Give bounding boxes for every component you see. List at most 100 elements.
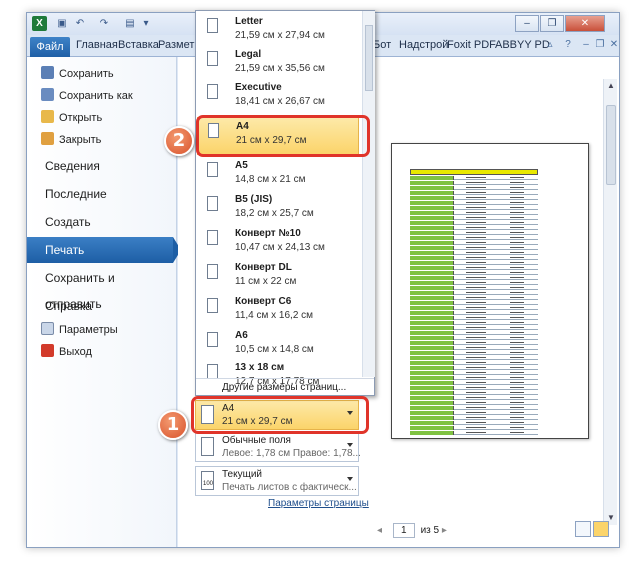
- spreadsheet-preview: [410, 169, 538, 437]
- backstage-tab-save-send[interactable]: Сохранить и отправить: [27, 265, 173, 311]
- dropdown-scrollbar[interactable]: [362, 11, 375, 377]
- paper-size-dimensions: 18,41 см x 26,67 см: [235, 96, 325, 107]
- sheet-row: [410, 386, 538, 390]
- next-page-icon[interactable]: ▸: [442, 525, 452, 536]
- scaling-selector[interactable]: 100 Текущий Печать листов с фактическ...: [195, 466, 359, 496]
- paper-size-name: Конверт №10: [235, 228, 301, 239]
- step-2-callout: 2: [164, 126, 194, 156]
- tab-insert[interactable]: Вставка: [118, 39, 159, 51]
- sheet-cell: [410, 416, 454, 420]
- page-icon: [207, 298, 218, 313]
- paper-size-name: Executive: [235, 82, 282, 93]
- sheet-cell: [410, 361, 454, 365]
- chevron-down-icon: [347, 443, 353, 447]
- sheet-row: [410, 206, 538, 210]
- save-as-command[interactable]: Сохранить как: [41, 87, 133, 105]
- page-number-input[interactable]: 1: [392, 523, 415, 538]
- sheet-cell: [510, 337, 524, 338]
- sheet-cell: [466, 347, 486, 348]
- doc-minimize-icon[interactable]: –: [579, 38, 593, 52]
- sheet-cell: [466, 197, 486, 198]
- page-count-label: из 5: [420, 525, 440, 536]
- prev-page-icon[interactable]: ◂: [377, 525, 387, 536]
- close-label: Закрыть: [59, 134, 102, 146]
- tab-addins[interactable]: Надстрой: [399, 39, 448, 51]
- close-command[interactable]: Закрыть: [41, 131, 101, 149]
- sheet-cell: [510, 242, 524, 243]
- show-margins-button[interactable]: [575, 521, 591, 537]
- backstage-tab-recent[interactable]: Последние: [27, 181, 173, 207]
- paper-size-item[interactable]: A5 14,8 см x 21 см: [197, 157, 359, 195]
- sheet-cell: [510, 267, 524, 268]
- tab-abbyy-pdf[interactable]: ABBYY PD: [495, 39, 550, 51]
- paper-size-item[interactable]: Executive 18,41 см x 26,67 см: [197, 79, 359, 117]
- open-folder-icon: [41, 110, 54, 123]
- backstage-tab-new[interactable]: Создать: [27, 209, 173, 235]
- page-icon: [207, 264, 218, 279]
- sheet-cell: [510, 367, 524, 368]
- sheet-cell: [466, 417, 486, 418]
- sheet-row: [410, 326, 538, 330]
- highlight-a4-item: [196, 115, 370, 157]
- sheet-cell: [410, 321, 454, 325]
- paper-size-name: Letter: [235, 16, 263, 27]
- sheet-row: [410, 391, 538, 395]
- sheet-cell: [466, 242, 486, 243]
- sheet-cell: [410, 406, 454, 410]
- open-command[interactable]: Открыть: [41, 109, 102, 127]
- zoom-to-page-button[interactable]: [593, 521, 609, 537]
- help-icon[interactable]: ?: [561, 38, 575, 52]
- sheet-cell: [466, 382, 486, 383]
- highlight-paper-selector: [191, 396, 369, 434]
- tab-home[interactable]: Главная: [76, 39, 118, 51]
- more-paper-sizes-link[interactable]: Другие размеры страниц...: [196, 378, 374, 396]
- redo-icon[interactable]: ↷: [97, 17, 111, 31]
- margins-selector[interactable]: Обычные поля Левое: 1,78 см Правое: 1,78…: [195, 432, 361, 462]
- undo-icon[interactable]: ↶: [73, 17, 87, 31]
- preview-scrollbar[interactable]: ▲ ▼: [603, 79, 617, 525]
- paper-size-item[interactable]: Конверт DL 11 см x 22 см: [197, 259, 359, 297]
- close-button[interactable]: ✕: [565, 15, 605, 32]
- paper-size-item[interactable]: Конверт C6 11,4 см x 16,2 см: [197, 293, 359, 331]
- backstage-tab-help[interactable]: Справка: [27, 293, 173, 319]
- scroll-up-icon[interactable]: ▲: [604, 79, 618, 93]
- scroll-thumb[interactable]: [606, 105, 616, 185]
- sheet-row: [410, 416, 538, 420]
- sheet-row: [410, 331, 538, 335]
- sheet-cell: [510, 177, 524, 178]
- sheet-row: [410, 356, 538, 360]
- doc-close-icon[interactable]: ✕: [607, 38, 619, 52]
- tab-bot[interactable]: Бот: [373, 39, 391, 51]
- tab-file[interactable]: Файл: [30, 37, 70, 57]
- dropdown-scroll-thumb[interactable]: [365, 25, 373, 91]
- sheet-cell: [466, 352, 486, 353]
- sheet-cell: [510, 362, 524, 363]
- save-command[interactable]: Сохранить: [41, 65, 114, 83]
- backstage-menu: Сохранить Сохранить как Открыть Закрыть …: [27, 57, 181, 547]
- doc-restore-icon[interactable]: ❐: [593, 38, 607, 52]
- sheet-cell: [466, 392, 486, 393]
- save-as-icon: [41, 88, 54, 101]
- backstage-tab-print[interactable]: Печать: [27, 237, 181, 263]
- backstage-tab-info[interactable]: Сведения: [27, 153, 173, 179]
- options-command[interactable]: Параметры: [41, 321, 118, 339]
- save-icon[interactable]: ▣: [55, 17, 69, 31]
- margins-title: Обычные поля: [222, 435, 291, 446]
- page-icon: [207, 18, 218, 33]
- ribbon-minimize-icon[interactable]: ▵: [543, 38, 557, 52]
- paper-size-item[interactable]: Конверт №10 10,47 см x 24,13 см: [197, 225, 359, 263]
- paper-size-dimensions: 21,59 см x 27,94 см: [235, 30, 325, 41]
- sheet-row: [410, 216, 538, 220]
- sheet-row: [410, 411, 538, 415]
- exit-command[interactable]: Выход: [41, 343, 92, 361]
- paper-size-item[interactable]: B5 (JIS) 18,2 см x 25,7 см: [197, 191, 359, 229]
- customize-toolbar-icon[interactable]: ▾: [139, 17, 153, 31]
- paper-size-dimensions: 11,4 см x 16,2 см: [235, 310, 314, 321]
- tab-foxit-pdf[interactable]: Foxit PDF: [447, 39, 496, 51]
- minimize-button[interactable]: –: [515, 15, 539, 32]
- page-icon: [207, 51, 218, 66]
- sheet-cell: [466, 257, 486, 258]
- restore-button[interactable]: ❐: [540, 15, 564, 32]
- quick-print-icon[interactable]: ▤: [123, 17, 137, 31]
- page-setup-link[interactable]: Параметры страницы: [268, 498, 369, 509]
